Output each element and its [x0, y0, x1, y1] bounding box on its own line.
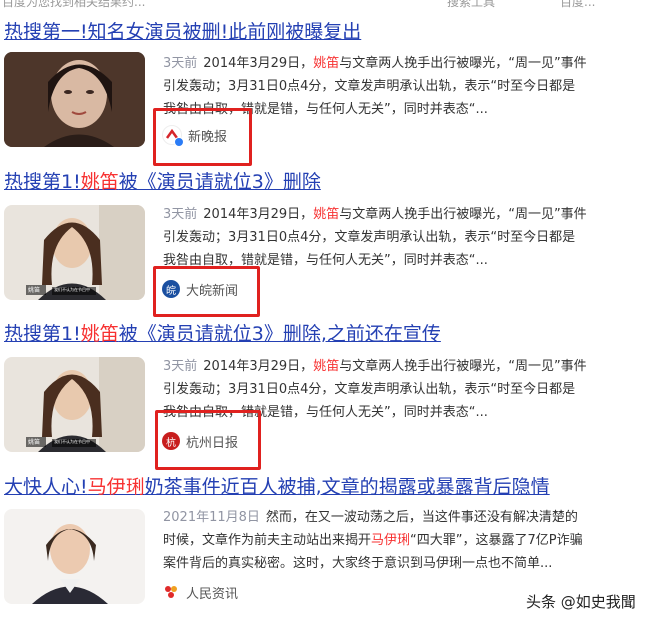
search-tools-link[interactable]: 搜索工具 — [447, 0, 495, 10]
snippet-highlight: 姚笛 — [313, 359, 340, 374]
top-strip: 百度为您找到相关结果约... 搜索工具 百度... — [0, 0, 667, 10]
result-count-text: 百度为您找到相关结果约... — [2, 0, 146, 9]
result-title-link[interactable]: 大快人心!马伊琍奶茶事件近百人被捕,文章的揭露或暴露背后隐情 — [4, 475, 550, 499]
snippet-highlight: 姚笛 — [313, 207, 340, 222]
watermark-text: 头条 @如史我聞 — [526, 593, 636, 611]
thumb-caption: 姚笛 — [28, 439, 41, 446]
annotation-red-box — [153, 266, 260, 317]
snippet-highlight: 姚笛 — [313, 56, 340, 71]
source-name: 人民资讯 — [186, 586, 239, 602]
snippet-text: 2014年3月29日， — [203, 359, 314, 374]
snippet-text: 与文章两人挽手出行被曝光，“周一见”事件 — [339, 359, 587, 374]
top-right-text: 百度... — [560, 0, 596, 9]
snippet-text: 与文章两人挽手出行被曝光，“周一见”事件 — [339, 207, 587, 222]
result-snippet: 3天前 2014年3月29日，姚笛与文章两人挽手出行被曝光，“周一见”事件 引发轰… — [163, 203, 613, 272]
result-thumbnail[interactable] — [4, 52, 145, 147]
result-snippet: 2021年11月8日 然而，在又一波动荡之后，当这件事还没有解决清楚的 时候，文章… — [163, 506, 613, 575]
thumb-caption: 我们不认为在节目中 — [54, 287, 90, 292]
annotation-red-box — [153, 108, 252, 166]
result-thumbnail[interactable]: 姚笛 我们不认为在节目中 — [4, 205, 145, 300]
thumb-caption: 姚笛 — [28, 287, 41, 294]
snippet-text: “四大罪”，这暴露了7亿P诈骗 — [410, 533, 583, 548]
thumb-caption: 我们不认为在节目中 — [54, 439, 90, 444]
result-title-link[interactable]: 热搜第1!姚笛被《演员请就位3》删除,之前还在宣传 — [4, 322, 441, 346]
snippet-line: 引发轰动；3月31日0点4分，文章发声明承认出轨，表示“时至今日都是 — [163, 79, 576, 94]
result-time: 3天前 — [163, 359, 198, 374]
annotation-red-box — [155, 410, 261, 470]
result-thumbnail[interactable] — [4, 509, 145, 604]
result-title-link[interactable]: 热搜第1!姚笛被《演员请就位3》删除 — [4, 170, 321, 194]
result-source[interactable]: 人民资讯 — [162, 582, 238, 602]
source-logo-icon — [162, 583, 180, 601]
snippet-line: 引发轰动；3月31日0点4分，文章发声明承认出轨，表示“时至今日都是 — [163, 230, 576, 245]
result-thumbnail[interactable]: 姚笛 我们不认为在节目中 — [4, 357, 145, 452]
snippet-line: 案件背后的真实秘密。这时，大家终于意识到马伊琍一点也不简单... — [163, 556, 553, 571]
result-time: 3天前 — [163, 56, 198, 71]
snippet-highlight: 马伊琍 — [371, 533, 411, 548]
result-time: 3天前 — [163, 207, 198, 222]
snippet-text: 时候，文章作为前夫主动站出来揭开 — [163, 533, 372, 548]
snippet-line: 引发轰动；3月31日0点4分，文章发声明承认出轨，表示“时至今日都是 — [163, 382, 576, 397]
snippet-text: 2014年3月29日， — [203, 56, 314, 71]
snippet-text: 2014年3月29日， — [203, 207, 314, 222]
result-title-link[interactable]: 热搜第一!知名女演员被删!此前刚被曝复出 — [4, 20, 361, 44]
snippet-text: 然而，在又一波动荡之后，当这件事还没有解决清楚的 — [265, 510, 578, 525]
snippet-text: 与文章两人挽手出行被曝光，“周一见”事件 — [339, 56, 587, 71]
result-time: 2021年11月8日 — [163, 510, 260, 525]
